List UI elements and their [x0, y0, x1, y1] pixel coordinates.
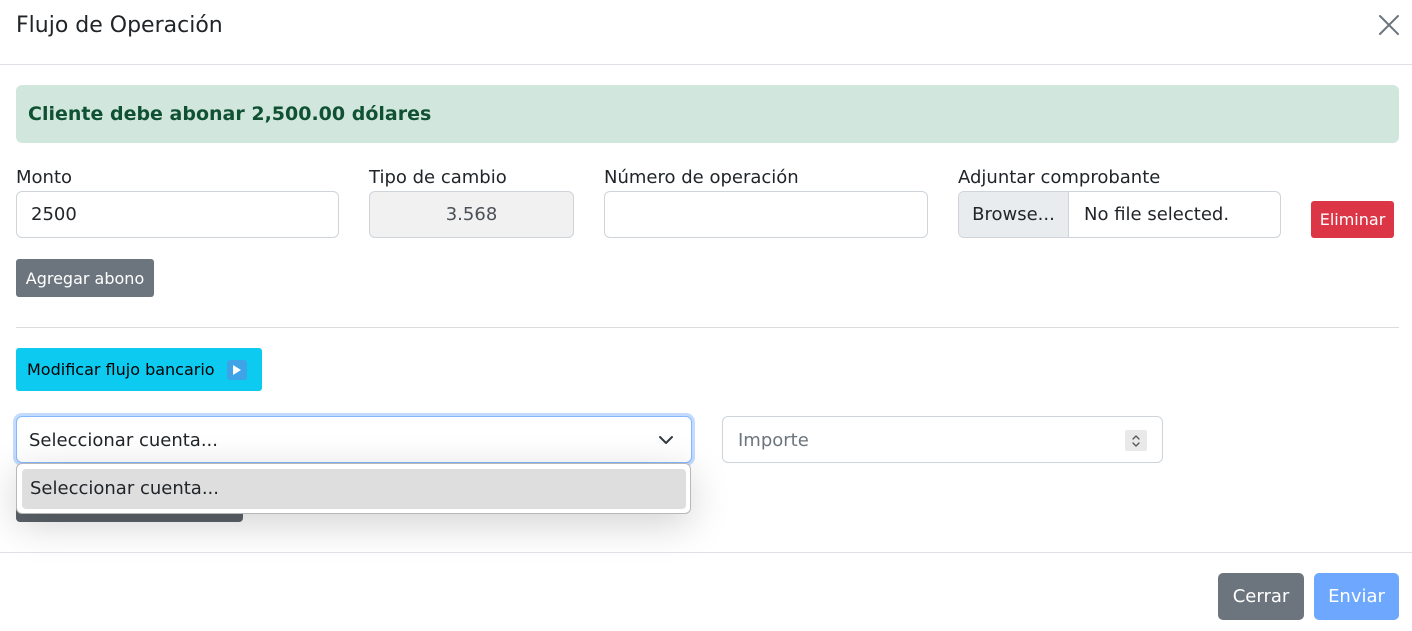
alert-text: Cliente debe abonar 2,500.00 dólares [28, 103, 432, 125]
tipo-cambio-input: 3.568 [369, 191, 574, 238]
tipo-cambio-label: Tipo de cambio [369, 167, 507, 188]
monto-input[interactable]: 2500 [16, 191, 339, 238]
spinner-icon[interactable] [1125, 430, 1147, 451]
file-status: No file selected. [1084, 204, 1230, 225]
importe-input[interactable]: Importe [722, 416, 1163, 463]
chevron-down-icon [659, 436, 673, 444]
modal-footer [0, 552, 1412, 631]
account-dropdown-list: Seleccionar cuenta... [16, 463, 691, 514]
adjuntar-label: Adjuntar comprobante [958, 167, 1161, 188]
play-icon [226, 359, 247, 380]
account-select[interactable]: Seleccionar cuenta... [16, 416, 692, 463]
monto-label: Monto [16, 167, 73, 188]
account-select-value: Seleccionar cuenta... [29, 430, 218, 451]
account-option[interactable]: Seleccionar cuenta... [22, 469, 686, 509]
numero-operacion-input[interactable] [604, 191, 928, 238]
cerrar-button[interactable]: Cerrar [1218, 573, 1304, 620]
browse-button[interactable]: Browse... [959, 192, 1069, 237]
modificar-flujo-button[interactable]: Modificar flujo bancario [16, 348, 262, 391]
file-input[interactable]: Browse... No file selected. [958, 191, 1281, 238]
numero-operacion-label: Número de operación [604, 167, 799, 188]
amount-due-alert: Cliente debe abonar 2,500.00 dólares [16, 85, 1399, 143]
eliminar-button[interactable]: Eliminar [1311, 201, 1394, 238]
importe-placeholder: Importe [738, 430, 809, 451]
enviar-button[interactable]: Enviar [1314, 573, 1399, 620]
close-icon [1379, 15, 1399, 35]
modificar-flujo-label: Modificar flujo bancario [27, 360, 215, 379]
close-button[interactable] [1370, 6, 1408, 44]
agregar-abono-button[interactable]: Agregar abono [16, 259, 154, 297]
modal-title: Flujo de Operación [16, 13, 223, 38]
modal-header: Flujo de Operación [0, 0, 1412, 65]
divider [16, 327, 1399, 328]
